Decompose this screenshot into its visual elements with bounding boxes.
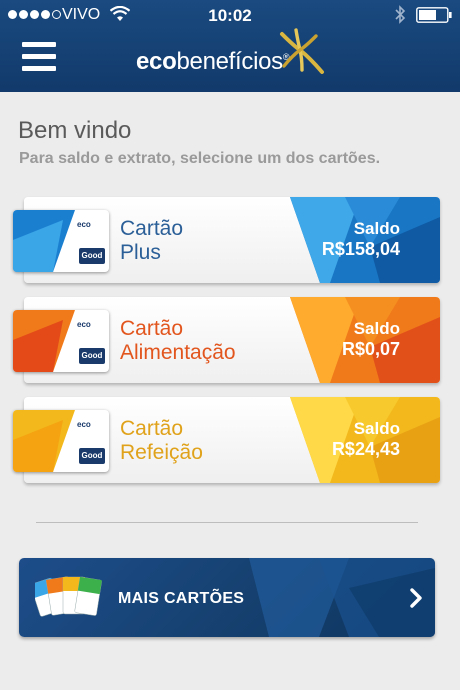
saldo-label: Saldo bbox=[353, 219, 400, 238]
brand-logo-text: ecobenefícios® bbox=[136, 48, 290, 75]
card-name-plus: Cartão Plus bbox=[120, 217, 184, 264]
bluetooth-icon bbox=[395, 5, 406, 24]
card-thumbnail-plus: eco Good bbox=[13, 210, 109, 272]
saldo-label: Saldo bbox=[353, 319, 400, 338]
welcome-subtitle: Para saldo e extrato, selecione um dos c… bbox=[19, 150, 381, 167]
card-thumbnail-alimentacao: eco Good bbox=[13, 310, 109, 372]
status-bar: VIVO 10:02 bbox=[0, 0, 460, 30]
app-header: VIVO 10:02 ecobenefícios® bbox=[0, 0, 460, 92]
more-cards-button[interactable]: MAIS CARTÕES bbox=[19, 558, 435, 637]
saldo-value: R$158,04 bbox=[321, 239, 400, 259]
battery-icon bbox=[416, 7, 452, 23]
chevron-right-icon bbox=[410, 588, 422, 608]
status-time: 10:02 bbox=[208, 6, 252, 25]
saldo-value: R$24,43 bbox=[331, 439, 400, 459]
brand-logo-icon bbox=[280, 28, 324, 74]
cards-stack-icon bbox=[35, 576, 102, 617]
menu-icon[interactable] bbox=[22, 42, 58, 72]
more-cards-label: MAIS CARTÕES bbox=[118, 590, 245, 607]
divider bbox=[36, 522, 418, 523]
card-name-refeicao: Cartão Refeição bbox=[120, 417, 203, 464]
saldo-value: R$0,07 bbox=[341, 339, 400, 359]
saldo-label: Saldo bbox=[353, 419, 400, 438]
welcome-title: Bem vindo bbox=[18, 117, 132, 144]
card-name-alimentacao: Cartão Alimentação bbox=[120, 317, 236, 364]
card-thumbnail-refeicao: eco Good bbox=[13, 410, 109, 472]
